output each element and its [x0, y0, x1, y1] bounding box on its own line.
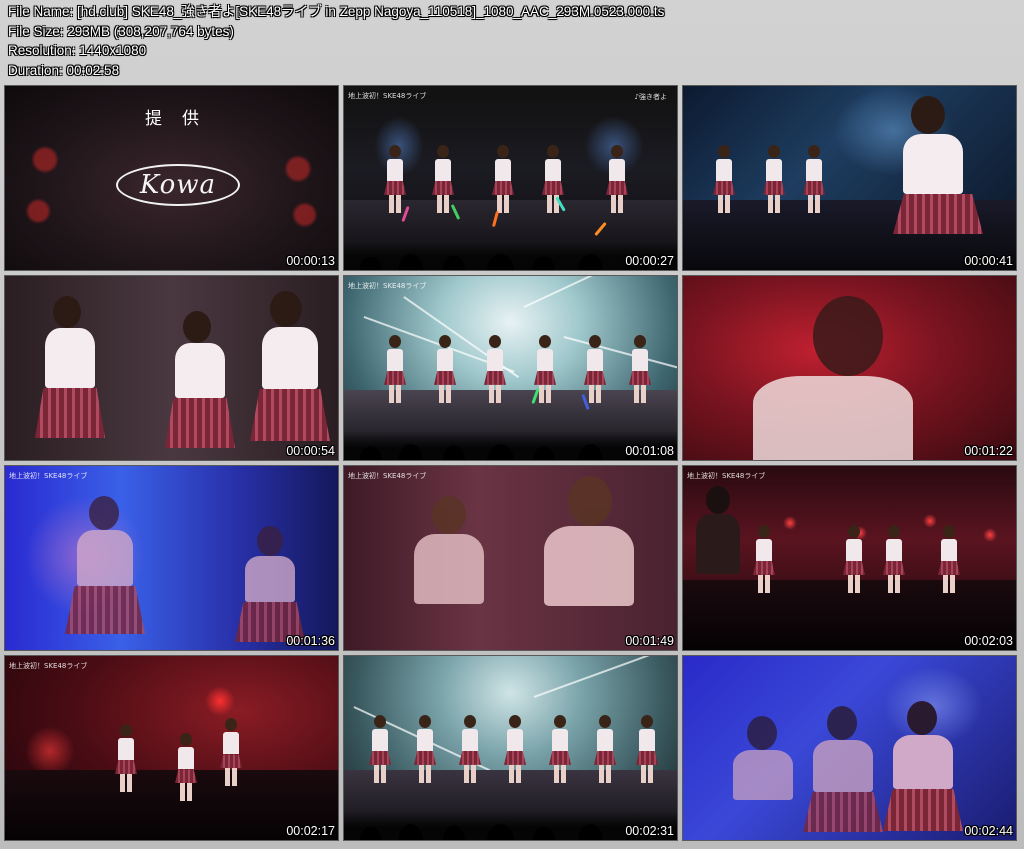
channel-bug: 地上波初！SKE48ライブ	[348, 92, 427, 100]
resolution-label: Resolution: 1440x1080	[8, 43, 147, 58]
thumbnail-12[interactable]: 00:02:44	[683, 656, 1016, 840]
duration-label: Duration: 00:02:58	[8, 62, 120, 78]
thumbnail-grid: 提供 Kowa 00:00:13 地上波初！SKE48ライブ ♪強き者よ 00:…	[5, 86, 1016, 840]
performer	[843, 524, 865, 595]
channel-bug: 地上波初！SKE48ライブ	[687, 472, 766, 480]
performer	[175, 733, 197, 803]
performer	[115, 724, 137, 794]
thumbnail-timestamp: 00:02:03	[964, 634, 1013, 648]
thumbnail-timestamp: 00:00:41	[964, 254, 1013, 268]
performer-closeup	[250, 291, 330, 460]
performer-closeup	[35, 296, 105, 456]
thumbnail-1[interactable]: 提供 Kowa 00:00:13	[5, 86, 338, 270]
performer	[606, 144, 628, 215]
performer-closeup	[65, 496, 145, 646]
thumbnail-5[interactable]: 地上波初！SKE48ライブ 00:01:08	[344, 276, 677, 460]
performer-closeup	[893, 96, 983, 256]
channel-bug: 地上波初！SKE48ライブ	[348, 282, 427, 290]
thumbnail-timestamp: 00:02:31	[625, 824, 674, 838]
sponsor-logo-text: Kowa	[139, 170, 217, 200]
thumbnail-timestamp: 00:01:22	[964, 444, 1013, 458]
performer	[484, 334, 506, 405]
performer	[492, 144, 514, 215]
performer-closeup	[803, 706, 883, 836]
performer	[459, 714, 481, 785]
performer-closeup	[404, 496, 494, 646]
performer	[584, 334, 606, 405]
performer	[414, 714, 436, 785]
file-size-label: File Size: 293MB (308,207,764 bytes)	[8, 23, 234, 39]
thumbnail-timestamp: 00:00:54	[286, 444, 335, 458]
channel-bug: 地上波初！SKE48ライブ	[9, 472, 88, 480]
file-info-panel: File Name: [hd.club] SKE48_強き者よ[SKE48ライブ…	[8, 2, 664, 80]
performer	[549, 714, 571, 785]
performer	[883, 524, 905, 595]
channel-bug: 地上波初！SKE48ライブ	[348, 472, 427, 480]
thumbnail-timestamp: 00:02:17	[286, 824, 335, 838]
performer-closeup	[723, 716, 803, 836]
performer-closeup	[534, 476, 644, 646]
performer	[369, 714, 391, 785]
performer-closeup	[688, 486, 748, 646]
performer	[803, 144, 825, 215]
performer-closeup	[883, 701, 963, 836]
thumbnail-7[interactable]: 地上波初！SKE48ライブ 00:01:36	[5, 466, 338, 650]
performer	[594, 714, 616, 785]
performer-closeup	[165, 311, 235, 460]
thumbnail-timestamp: 00:01:08	[625, 444, 674, 458]
thumbnail-3[interactable]: 00:00:41	[683, 86, 1016, 270]
performer	[384, 334, 406, 405]
thumbnail-11[interactable]: 00:02:31	[344, 656, 677, 840]
performer	[629, 334, 651, 405]
thumbnail-timestamp: 00:01:36	[286, 634, 335, 648]
performer	[763, 144, 785, 215]
thumbnail-8[interactable]: 地上波初！SKE48ライブ 00:01:49	[344, 466, 677, 650]
performer-closeup	[743, 296, 923, 460]
thumbnail-timestamp: 00:00:27	[625, 254, 674, 268]
performer	[220, 718, 242, 788]
channel-bug: 地上波初！SKE48ライブ	[9, 662, 88, 670]
sponsor-logo: Kowa	[116, 164, 240, 206]
performer	[938, 524, 960, 595]
file-name-label: File Name: [hd.club] SKE48_強き者よ[SKE48ライブ…	[8, 4, 665, 19]
thumbnail-timestamp: 00:01:49	[625, 634, 674, 648]
song-bug: ♪強き者よ	[634, 93, 667, 101]
thumbnail-9[interactable]: 地上波初！SKE48ライブ 00:02:03	[683, 466, 1016, 650]
performer	[384, 144, 406, 215]
performer	[753, 524, 775, 595]
thumbnail-4[interactable]: 00:00:54	[5, 276, 338, 460]
thumbnail-10[interactable]: 地上波初！SKE48ライブ 00:02:17	[5, 656, 338, 840]
thumbnail-6[interactable]: 00:01:22	[683, 276, 1016, 460]
thumbnail-timestamp: 00:02:44	[964, 824, 1013, 838]
thumbnail-2[interactable]: 地上波初！SKE48ライブ ♪強き者よ 00:00:27	[344, 86, 677, 270]
performer	[713, 144, 735, 215]
performer	[636, 714, 658, 785]
performer	[434, 334, 456, 405]
performer-closeup	[235, 526, 305, 646]
thumbnail-timestamp: 00:00:13	[286, 254, 335, 268]
sponsor-heading: 提供	[145, 109, 219, 129]
performer	[504, 714, 526, 785]
